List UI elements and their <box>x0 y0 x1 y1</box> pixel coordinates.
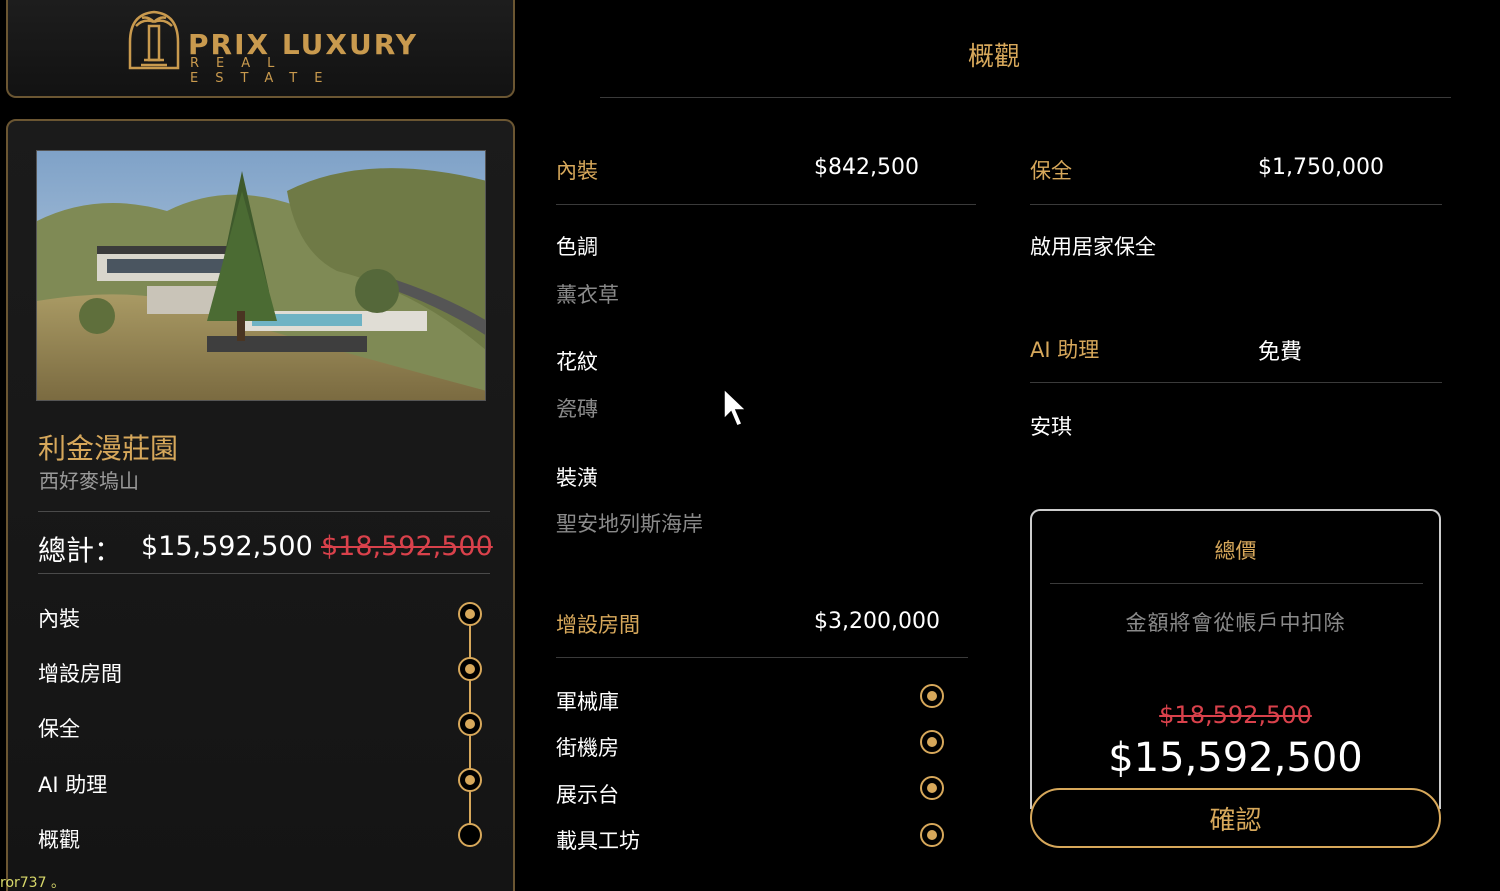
divider <box>1050 583 1423 584</box>
room-vehicle-workshop-indicator <box>920 823 944 847</box>
step-security[interactable]: 保全 <box>38 713 80 743</box>
total-price-box: 總價 金額將會從帳戶中扣除 $18,592,500 $15,592,500 <box>1030 509 1441 809</box>
step-ai-assistant-indicator[interactable] <box>458 768 482 792</box>
prix-luxury-logo: PRIX LUXURY REAL ESTATE <box>126 8 426 86</box>
add-rooms-price: $3,200,000 <box>814 609 940 634</box>
page-title: 概觀 <box>968 42 1021 72</box>
room-armory: 軍械庫 <box>556 690 619 714</box>
room-showcase: 展示台 <box>556 783 619 807</box>
room-arcade-indicator <box>920 730 944 754</box>
step-add-rooms-indicator[interactable] <box>458 657 482 681</box>
step-security-indicator[interactable] <box>458 712 482 736</box>
divider <box>556 204 976 205</box>
room-showcase-indicator <box>920 776 944 800</box>
divider <box>1030 204 1442 205</box>
logo-panel: PRIX LUXURY REAL ESTATE <box>6 0 515 98</box>
title-divider <box>600 97 1451 98</box>
ai-assistant-label: AI 助理 <box>1030 338 1100 362</box>
confirm-button[interactable]: 確認 <box>1030 788 1441 848</box>
step-overview[interactable]: 概觀 <box>38 824 80 854</box>
total-box-note: 金額將會從帳戶中扣除 <box>1125 611 1346 635</box>
pattern-label: 花紋 <box>556 350 598 374</box>
add-rooms-label: 增設房間 <box>556 613 640 637</box>
divider <box>38 511 490 512</box>
mouse-cursor-icon <box>723 387 748 427</box>
watermark-text: ror737 。 <box>0 875 65 891</box>
interior-price: $842,500 <box>814 155 919 180</box>
property-panel: 利金漫莊園 西好麥塢山 總計： $15,592,500 $18,592,500 … <box>6 119 515 891</box>
color-tone-value: 薰衣草 <box>556 283 619 307</box>
property-location: 西好麥塢山 <box>39 469 139 493</box>
total-box-title: 總價 <box>1214 539 1257 563</box>
total-box-price: $15,592,500 <box>1108 735 1363 781</box>
room-armory-indicator <box>920 684 944 708</box>
security-option: 啟用居家保全 <box>1030 235 1156 259</box>
divider <box>38 573 490 574</box>
brand-subtitle: REAL ESTATE <box>190 56 340 86</box>
decor-value: 聖安地列斯海岸 <box>556 512 703 536</box>
total-label: 總計： <box>38 534 123 567</box>
color-tone-label: 色調 <box>556 235 598 259</box>
ai-assistant-price: 免費 <box>1258 340 1303 365</box>
security-price: $1,750,000 <box>1258 155 1384 180</box>
pattern-value: 瓷磚 <box>556 397 598 421</box>
ai-assistant-option: 安琪 <box>1030 415 1072 439</box>
interior-label: 內裝 <box>556 159 598 183</box>
property-name: 利金漫莊園 <box>38 432 179 465</box>
palm-pillar-icon <box>128 10 180 70</box>
room-vehicle-workshop: 載具工坊 <box>556 829 640 853</box>
step-add-rooms[interactable]: 增設房間 <box>38 658 122 688</box>
step-ai-assistant[interactable]: AI 助理 <box>38 769 107 799</box>
property-photo <box>36 150 486 401</box>
total-box-original-price: $18,592,500 <box>1159 701 1312 729</box>
security-label: 保全 <box>1030 159 1072 183</box>
step-interior-indicator[interactable] <box>458 602 482 626</box>
divider <box>556 657 968 658</box>
step-interior[interactable]: 內裝 <box>38 603 80 633</box>
step-overview-indicator[interactable] <box>458 823 482 847</box>
original-price: $18,592,500 <box>321 531 493 562</box>
divider <box>1030 382 1442 383</box>
decor-label: 裝潢 <box>556 466 598 490</box>
room-arcade: 街機房 <box>556 736 619 760</box>
total-price: $15,592,500 <box>141 531 313 562</box>
